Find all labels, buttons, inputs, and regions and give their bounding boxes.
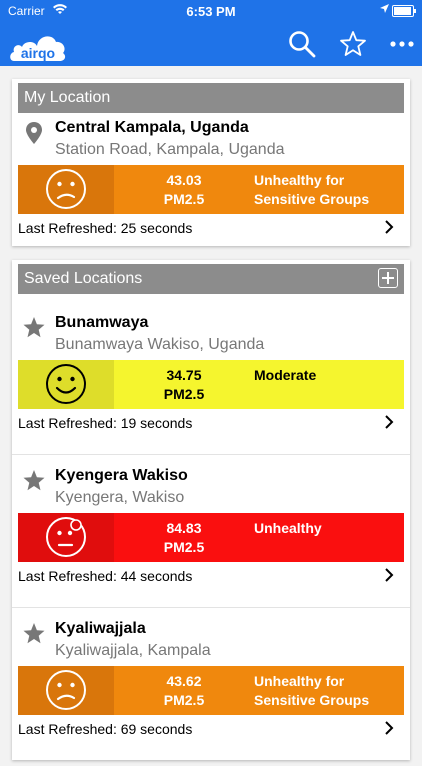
last-refreshed: Last Refreshed: 69 seconds <box>18 721 193 737</box>
chevron-right-icon[interactable] <box>384 721 394 735</box>
aq-status-line1: Unhealthy for <box>254 673 345 689</box>
location-address: Kyaliwajjala, Kampala <box>55 642 211 659</box>
aq-face-box <box>18 513 114 562</box>
my-location-card: My Location Central Kampala, Uganda Stat… <box>12 79 410 246</box>
location-address: Bunamwaya Wakiso, Uganda <box>55 336 265 353</box>
aq-bar: 84.83 PM2.5 Unhealthy <box>18 513 404 562</box>
saved-locations-card: Saved Locations Bunamwaya Bunamwaya Waki… <box>12 260 410 760</box>
clock: 6:53 PM <box>186 4 236 19</box>
unwell-face-icon <box>46 517 86 557</box>
map-pin-icon <box>26 122 42 144</box>
star-icon[interactable] <box>339 30 367 58</box>
pm-unit: PM2.5 <box>163 191 205 207</box>
pm-value: 84.83 <box>166 520 202 536</box>
aq-status: Moderate <box>254 366 316 385</box>
location-address: Kyengera, Wakiso <box>55 489 185 506</box>
location-name: Kyaliwajjala <box>55 620 146 637</box>
chevron-right-icon[interactable] <box>384 568 394 582</box>
last-refreshed: Last Refreshed: 19 seconds <box>18 415 193 431</box>
last-refreshed: Last Refreshed: 44 seconds <box>18 568 193 584</box>
aq-value: 84.83 PM2.5 <box>114 519 254 557</box>
aq-bar: 43.62 PM2.5 Unhealthy for Sensitive Grou… <box>18 666 404 715</box>
battery-icon <box>392 5 416 17</box>
pm-unit: PM2.5 <box>163 539 205 555</box>
pm-value: 43.03 <box>166 172 202 188</box>
star-filled-icon[interactable] <box>22 316 46 340</box>
my-location-header: My Location <box>18 83 404 113</box>
aq-status-line2: Sensitive Groups <box>254 191 370 207</box>
saved-locations-title: Saved Locations <box>24 270 143 287</box>
pm-value: 34.75 <box>166 367 202 383</box>
search-icon[interactable] <box>288 30 316 58</box>
aq-status: Unhealthy for Sensitive Groups <box>254 672 369 710</box>
aq-status-line1: Moderate <box>254 367 317 383</box>
pm-value: 43.62 <box>166 673 202 689</box>
location-address: Station Road, Kampala, Uganda <box>55 141 285 158</box>
chevron-right-icon[interactable] <box>384 220 394 234</box>
aq-bar: 43.03 PM2.5 Unhealthy for Sensitive Grou… <box>18 165 404 214</box>
smiley-face-icon <box>46 364 86 404</box>
aq-status: Unhealthy for Sensitive Groups <box>254 171 369 209</box>
aq-face-box <box>18 165 114 214</box>
location-name: Kyengera Wakiso <box>55 467 188 484</box>
location-name: Bunamwaya <box>55 314 149 331</box>
saved-location-item[interactable]: Kyengera Wakiso Kyengera, Wakiso 84.83 P… <box>12 461 410 613</box>
aq-face-box <box>18 360 114 409</box>
star-filled-icon[interactable] <box>22 622 46 646</box>
aq-status-line1: Unhealthy <box>254 520 322 536</box>
add-location-button[interactable] <box>378 268 398 288</box>
aq-status: Unhealthy <box>254 519 322 538</box>
location-item[interactable]: Central Kampala, Uganda Station Road, Ka… <box>12 113 410 265</box>
aq-face-box <box>18 666 114 715</box>
svg-text:airqo: airqo <box>21 45 55 61</box>
aq-bar: 34.75 PM2.5 Moderate <box>18 360 404 409</box>
divider <box>12 454 410 455</box>
aq-value: 34.75 PM2.5 <box>114 366 254 404</box>
last-refreshed: Last Refreshed: 25 seconds <box>18 220 193 236</box>
airqo-logo: airqo <box>10 36 66 61</box>
sad-face-icon <box>46 169 86 209</box>
saved-location-item[interactable]: Bunamwaya Bunamwaya Wakiso, Uganda 34.75… <box>12 308 410 460</box>
star-filled-icon[interactable] <box>22 469 46 493</box>
saved-location-item[interactable]: Kyaliwajjala Kyaliwajjala, Kampala 43.62… <box>12 614 410 766</box>
location-arrow-icon <box>380 4 389 13</box>
pm-unit: PM2.5 <box>163 386 205 402</box>
pm-unit: PM2.5 <box>163 692 205 708</box>
chevron-right-icon[interactable] <box>384 415 394 429</box>
aq-value: 43.03 PM2.5 <box>114 171 254 209</box>
my-location-title: My Location <box>24 89 111 106</box>
sad-face-icon <box>46 670 86 710</box>
status-bar: Carrier 6:53 PM <box>0 0 422 22</box>
aq-value: 43.62 PM2.5 <box>114 672 254 710</box>
divider <box>12 607 410 608</box>
nav-bar: airqo <box>0 22 422 66</box>
more-options-icon[interactable] <box>388 30 416 58</box>
aq-status-line2: Sensitive Groups <box>254 692 370 708</box>
aq-status-line1: Unhealthy for <box>254 172 345 188</box>
saved-locations-header: Saved Locations <box>18 264 404 294</box>
location-name: Central Kampala, Uganda <box>55 119 249 136</box>
